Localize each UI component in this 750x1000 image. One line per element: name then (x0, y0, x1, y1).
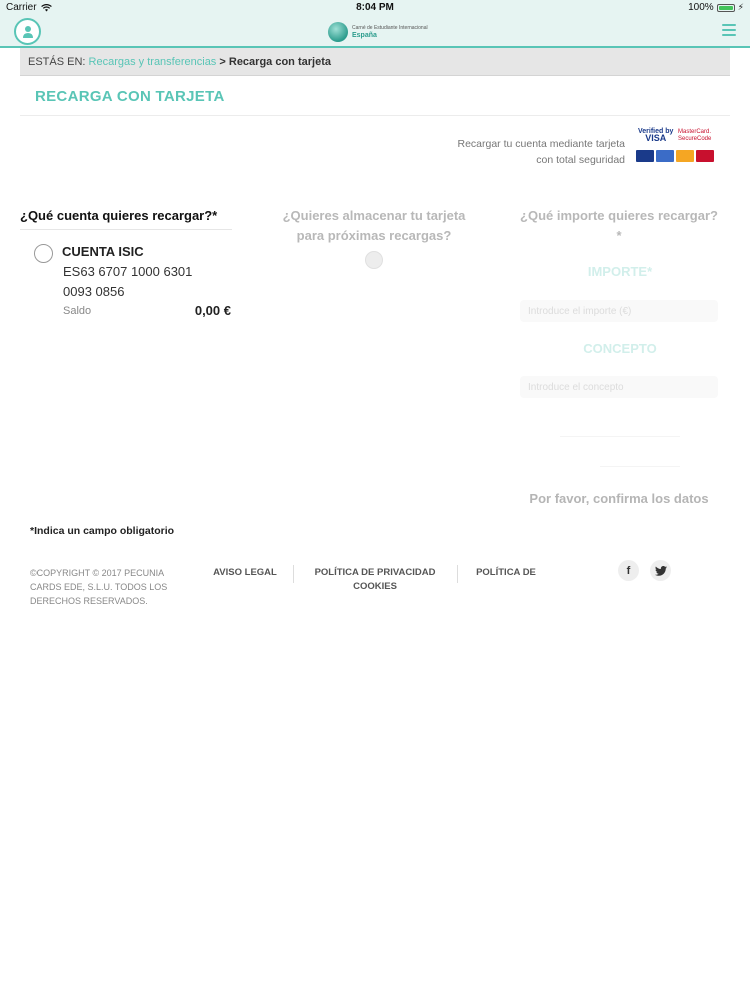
breadcrumb-prefix: ESTÁS EN: (28, 56, 86, 68)
amount-label: IMPORTE* (587, 264, 653, 279)
store-card-title-line1: ¿Quieres almacenar tu tarjeta (282, 208, 466, 223)
status-bar: Carrier 8:04 PM 100% ⚡ (0, 0, 750, 16)
visa-electron-card-icon (656, 150, 674, 162)
balance-label: Saldo (63, 305, 92, 317)
isic-logo[interactable]: Carné de Estudiante Internacional España (328, 20, 428, 44)
battery-indicator: 100% ⚡ (688, 2, 744, 13)
footer-link-legal[interactable]: AVISO LEGAL (205, 566, 285, 580)
privacy-line2: COOKIES (353, 581, 397, 592)
store-card-radio[interactable] (365, 251, 383, 269)
breadcrumb-separator: > (219, 56, 226, 68)
account-iban-line2: 0093 0856 (63, 284, 125, 299)
amount-input[interactable] (520, 300, 718, 322)
msc-line1: MasterCard. (678, 129, 712, 135)
breadcrumb-link-recargas[interactable]: Recargas y transferencias (89, 56, 217, 68)
app-header: Carné de Estudiante Internacional España (0, 16, 750, 48)
account-iban: ES63 6707 1000 6301 0093 0856 (63, 262, 223, 302)
mastercard-icon (676, 150, 694, 162)
footer-link-privacy[interactable]: POLÍTICA DE PRIVACIDAD COOKIES (300, 566, 450, 594)
account-iban-line1: ES63 6707 1000 6301 (63, 264, 193, 279)
privacy-line1: POLÍTICA DE PRIVACIDAD (314, 567, 436, 578)
visa-card-icon (636, 150, 654, 162)
amount-title-line2: * (616, 228, 622, 243)
logo-country: España (352, 32, 377, 39)
copyright-line3: DERECHOS RESERVADOS. (30, 596, 148, 606)
maestro-card-icon (696, 150, 714, 162)
amount-title-line1: ¿Qué importe quieres recargar? (520, 208, 718, 223)
concept-input[interactable] (520, 376, 718, 398)
hamburger-menu-icon[interactable] (722, 24, 736, 36)
card-brand-row (636, 150, 714, 162)
footer-divider (293, 565, 294, 583)
charging-icon: ⚡ (737, 2, 744, 12)
logo-text: Carné de Estudiante Internacional España (352, 24, 428, 40)
title-divider (20, 115, 730, 116)
footer-copyright: ©COPYRIGHT © 2017 PECUNIA CARDS EDE, S.L… (30, 566, 190, 608)
confirm-data-text: Por favor, confirma los datos (529, 491, 709, 506)
logo-subtitle: Carné de Estudiante Internacional (352, 25, 428, 31)
store-card-title: ¿Quieres almacenar tu tarjeta para próxi… (268, 206, 480, 246)
copyright-line2: CARDS EDE, S.L.U. TODOS LOS (30, 582, 168, 592)
facebook-icon[interactable]: f (618, 560, 639, 581)
card-form-placeholder-line (560, 436, 680, 437)
battery-percent: 100% (688, 2, 714, 13)
breadcrumb-current: Recarga con tarjeta (228, 56, 331, 68)
card-form-placeholder-line (600, 466, 680, 467)
breadcrumb: ESTÁS EN: Recargas y transferencias > Re… (20, 48, 730, 76)
page-title: RECARGA CON TARJETA (35, 88, 225, 105)
twitter-bird-icon (654, 565, 667, 576)
mastercard-securecode-logo: MasterCard. SecureCode (678, 129, 711, 143)
secure-notice-line2: con total seguridad (536, 154, 625, 166)
footer-link-cookies[interactable]: POLÍTICA DE (464, 566, 548, 580)
clock: 8:04 PM (356, 2, 394, 13)
msc-line2: SecureCode (678, 136, 712, 142)
required-field-note: *Indica un campo obligatorio (30, 525, 175, 537)
concept-label: CONCEPTO (583, 341, 657, 356)
verified-by-visa-logo: Verified by VISA (638, 128, 673, 143)
store-card-title-line2: para próximas recargas? (296, 228, 452, 243)
profile-button[interactable] (14, 18, 41, 45)
balance-value: 0,00 € (194, 303, 231, 318)
footer-divider (457, 565, 458, 583)
globe-icon (328, 22, 348, 42)
twitter-icon[interactable] (650, 560, 671, 581)
vbv-line2: VISA (645, 133, 667, 143)
account-column-divider (20, 229, 232, 230)
secure-notice-line1: Recargar tu cuenta mediante tarjeta (457, 138, 625, 150)
account-column-title: ¿Qué cuenta quieres recargar?* (20, 208, 218, 223)
secure-notice: Recargar tu cuenta mediante tarjeta con … (395, 136, 625, 168)
user-icon (22, 25, 33, 38)
card-security-logos: Verified by VISA MasterCard. SecureCode (636, 128, 714, 164)
account-radio[interactable] (34, 244, 53, 263)
copyright-line1: ©COPYRIGHT © 2017 PECUNIA (30, 568, 165, 578)
amount-column-title: ¿Qué importe quieres recargar? * (505, 206, 733, 246)
battery-icon (716, 3, 735, 12)
account-name[interactable]: CUENTA ISIC (62, 244, 144, 259)
